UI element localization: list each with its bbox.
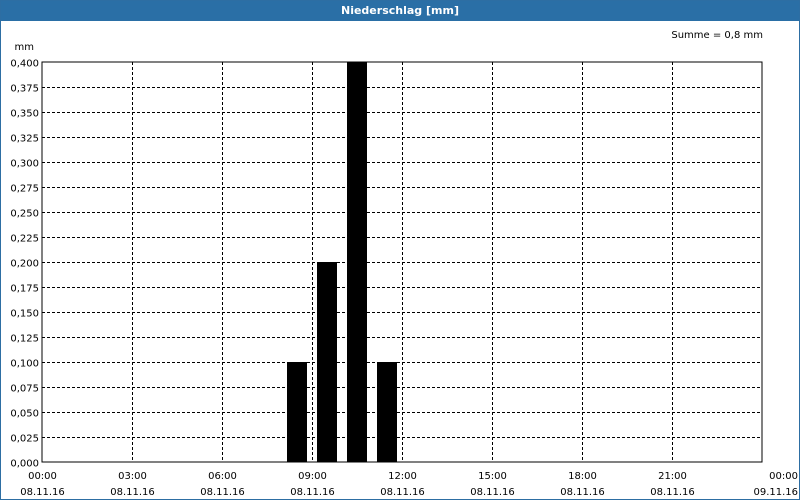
x-tick-time: 15:00 <box>478 471 507 482</box>
y-tick-label: 0,050 <box>10 409 39 420</box>
y-tick-label: 0,400 <box>10 59 39 70</box>
y-tick-label: 0,000 <box>10 459 39 470</box>
x-tick-time: 21:00 <box>658 471 687 482</box>
y-tick-label: 0,150 <box>10 309 39 320</box>
y-tick-label: 0,200 <box>10 259 39 270</box>
bar <box>347 62 367 462</box>
y-tick-label: 0,175 <box>10 284 39 295</box>
y-tick-label: 0,225 <box>10 234 39 245</box>
grid-lines <box>42 62 762 462</box>
bar <box>317 262 337 462</box>
x-tick-date: 08.11.16 <box>110 487 155 498</box>
y-tick-label: 0,325 <box>10 134 39 145</box>
x-tick-time: 12:00 <box>388 471 417 482</box>
y-tick-label: 0,100 <box>10 359 39 370</box>
x-tick-date: 08.11.16 <box>380 487 425 498</box>
x-tick-date: 08.11.16 <box>470 487 515 498</box>
chart-title: Niederschlag [mm] <box>1 1 799 21</box>
y-tick-label: 0,250 <box>10 209 39 220</box>
x-tick-date: 08.11.16 <box>20 487 65 498</box>
x-tick-time: 00:00 <box>28 471 57 482</box>
precipitation-chart: mm Summe = 0,8 mm 0,0000,0250,0500,0750,… <box>10 30 798 498</box>
y-tick-label: 0,125 <box>10 334 39 345</box>
y-tick-label: 0,300 <box>10 159 39 170</box>
chart-window: Niederschlag [mm] mm Summe = 0,8 mm 0,00… <box>0 0 800 500</box>
y-tick-label: 0,025 <box>10 434 39 445</box>
x-tick-date: 09.11.16 <box>753 487 798 498</box>
bar <box>287 362 307 462</box>
x-tick-date: 08.11.16 <box>290 487 335 498</box>
x-tick-labels: 00:00 08.11.16 03:00 08.11.16 06:00 08.11.16 0… <box>20 471 798 498</box>
x-tick-time: 06:00 <box>208 471 237 482</box>
x-tick-date: 08.11.16 <box>650 487 695 498</box>
x-tick-time: 09:00 <box>298 471 327 482</box>
x-tick-date: 08.11.16 <box>200 487 245 498</box>
y-tick-label: 0,350 <box>10 109 39 120</box>
y-tick-label: 0,275 <box>10 184 39 195</box>
x-tick-time: 18:00 <box>568 471 597 482</box>
y-tick-labels: 0,000 0,025 0,050 0,075 0,100 0,125 0,150 0,175… <box>10 59 39 470</box>
x-tick-date: 08.11.16 <box>560 487 605 498</box>
x-tick-time: 00:00 <box>769 471 798 482</box>
sum-annotation: Summe = 0,8 mm <box>671 30 763 41</box>
y-axis-label: mm <box>15 42 34 53</box>
y-tick-label: 0,375 <box>10 84 39 95</box>
bar <box>377 362 397 462</box>
y-tick-label: 0,075 <box>10 384 39 395</box>
x-tick-time: 03:00 <box>118 471 147 482</box>
